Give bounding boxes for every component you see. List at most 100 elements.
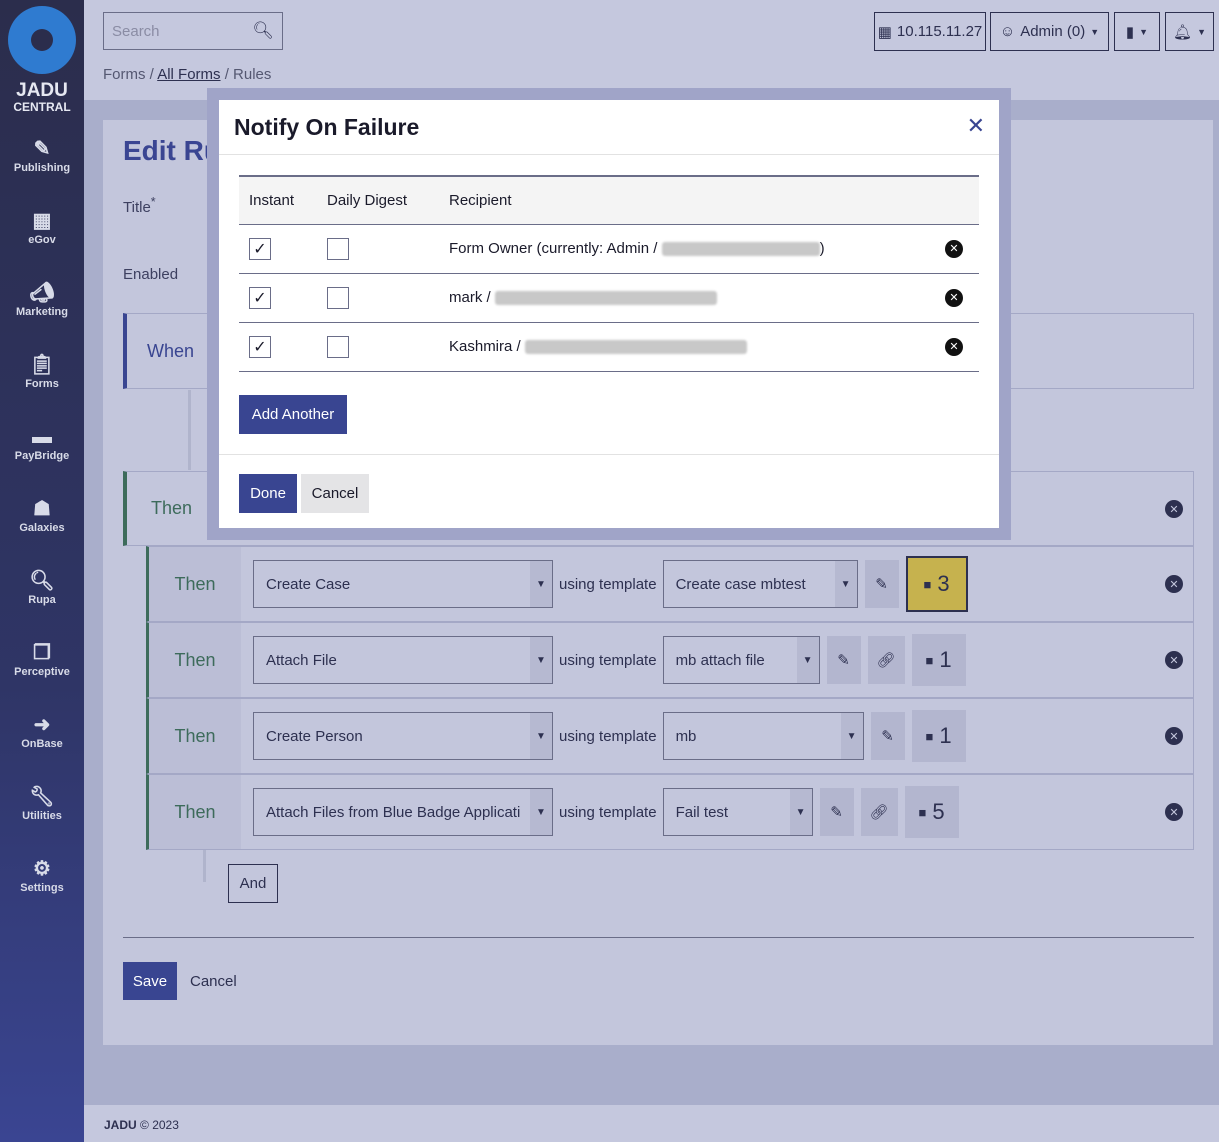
comment-icon: ■	[925, 728, 934, 744]
edit-template-button[interactable]: ✎	[864, 560, 899, 608]
then-action-row: Then Create Case ▼ using template Create …	[146, 546, 1194, 622]
comment-count: 1	[939, 647, 952, 672]
notifications-button[interactable]: 🔔︎ ▼	[1165, 12, 1214, 51]
sidebar-item-forms[interactable]: 📋︎ Forms	[0, 352, 84, 390]
search-icon[interactable]: 🔍︎	[252, 21, 274, 41]
notify-on-failure-button[interactable]: ■ 1	[911, 634, 966, 686]
and-button[interactable]: And	[228, 864, 278, 903]
book-icon: ▮	[1125, 23, 1135, 41]
action-select[interactable]: Create Case ▼	[253, 560, 553, 608]
recipient-suffix: )	[819, 240, 825, 257]
ip-label: 10.115.11.27	[896, 23, 983, 40]
link-button[interactable]: 🔗︎	[867, 636, 905, 684]
sidebar-item-galaxies[interactable]: ☗ Galaxies	[0, 496, 84, 534]
user-menu-button[interactable]: ☺ Admin (0) ▼	[990, 12, 1109, 51]
bell-icon: 🔔︎	[1173, 23, 1193, 41]
notify-on-failure-button[interactable]: ■ 5	[904, 786, 959, 838]
comment-count: 1	[939, 723, 952, 748]
jadu-logo[interactable]	[8, 6, 76, 74]
action-select[interactable]: Attach File ▼	[253, 636, 553, 684]
user-label: Admin (0)	[1020, 23, 1086, 40]
done-button[interactable]: Done	[239, 474, 297, 513]
instant-checkbox[interactable]: ✓	[249, 335, 271, 358]
using-template-label: using template	[559, 803, 657, 821]
recipients-table: Instant Daily Digest Recipient ✓ Form Ow…	[239, 175, 979, 372]
daily-digest-checkbox[interactable]	[327, 335, 349, 358]
gear-icon: ⚙	[33, 858, 51, 880]
sidebar-item-utilities[interactable]: 🔧︎ Utilities	[0, 784, 84, 822]
comment-icon: ■	[923, 576, 932, 592]
search-input[interactable]: Search 🔍︎	[103, 12, 283, 50]
recipient-name: mark /	[449, 289, 491, 306]
cancel-link[interactable]: Cancel	[190, 962, 237, 1000]
divider	[219, 154, 999, 155]
modal-cancel-button[interactable]: Cancel	[301, 474, 369, 513]
notify-on-failure-button[interactable]: ■ 1	[911, 710, 966, 762]
add-another-button[interactable]: Add Another	[239, 395, 347, 434]
credit-card-icon: ▬	[32, 426, 52, 448]
recipient-name: Kashmira /	[449, 338, 521, 355]
caret-down-icon: ▼	[530, 637, 552, 683]
template-value: mb	[675, 727, 697, 745]
breadcrumb-forms[interactable]: Forms	[103, 66, 146, 83]
sidebar-item-perceptive[interactable]: ❐ Perceptive	[0, 640, 84, 678]
sidebar-item-label: Publishing	[13, 162, 71, 174]
caret-down-icon: ▼	[1197, 26, 1206, 37]
sidebar-item-label: Perceptive	[14, 666, 70, 678]
clipboard-icon: 📋︎	[29, 354, 55, 376]
save-button[interactable]: Save	[123, 962, 177, 1000]
action-select[interactable]: Attach Files from Blue Badge Applicati ▼	[253, 788, 553, 836]
sidebar-item-paybridge[interactable]: ▬ PayBridge	[0, 424, 84, 462]
breadcrumb-all-forms[interactable]: All Forms	[157, 66, 220, 83]
edit-template-button[interactable]: ✎	[870, 712, 905, 760]
sidebar-item-publishing[interactable]: ✎ Publishing	[0, 136, 84, 174]
instant-checkbox[interactable]: ✓	[249, 286, 271, 309]
edit-template-button[interactable]: ✎	[819, 788, 854, 836]
remove-icon[interactable]: ✕	[1165, 651, 1183, 669]
sidebar-item-egov[interactable]: ▦ eGov	[0, 208, 84, 246]
divider	[123, 937, 1194, 938]
remove-recipient-icon[interactable]: ✕	[945, 239, 963, 258]
pencil-icon: ✎	[33, 138, 51, 160]
title-label: Title*	[123, 195, 156, 216]
edit-template-button[interactable]: ✎	[826, 636, 861, 684]
sidebar-item-onbase[interactable]: ➜ OnBase	[0, 712, 84, 750]
sidebar-item-label: Forms	[25, 378, 59, 390]
action-value: Attach File	[266, 651, 337, 669]
footer: JADU © 2023	[84, 1105, 1219, 1142]
sidebar-item-rupa[interactable]: 🔍︎ Rupa	[0, 568, 84, 606]
link-button[interactable]: 🔗︎	[860, 788, 898, 836]
connector-line	[203, 850, 206, 882]
close-icon[interactable]: ✕	[967, 113, 985, 139]
remove-icon[interactable]: ✕	[1165, 500, 1183, 518]
search-icon: 🔍︎	[29, 570, 55, 592]
sidebar-item-settings[interactable]: ⚙ Settings	[0, 856, 84, 894]
daily-digest-checkbox[interactable]	[327, 286, 349, 309]
action-select[interactable]: Create Person ▼	[253, 712, 553, 760]
remove-icon[interactable]: ✕	[1165, 575, 1183, 593]
when-label: When	[147, 341, 195, 361]
notify-on-failure-button[interactable]: ■ 3	[905, 556, 968, 612]
template-select[interactable]: mb attach file ▼	[662, 636, 820, 684]
remove-icon[interactable]: ✕	[1165, 727, 1183, 745]
remove-recipient-icon[interactable]: ✕	[945, 337, 963, 356]
caret-down-icon: ▼	[840, 713, 863, 759]
remove-icon[interactable]: ✕	[1165, 803, 1183, 821]
comment-icon: ■	[918, 804, 927, 820]
docs-menu-button[interactable]: ▮ ▼	[1114, 12, 1160, 51]
template-select[interactable]: Fail test ▼	[662, 788, 813, 836]
daily-digest-checkbox[interactable]	[327, 237, 349, 260]
instant-checkbox[interactable]: ✓	[249, 237, 271, 260]
template-select[interactable]: Create case mbtest ▼	[662, 560, 858, 608]
building-icon: ▦	[877, 23, 892, 41]
pencil-icon: ✎	[875, 576, 888, 593]
recipient-row: ✓ mark / ✕	[239, 273, 979, 323]
template-select[interactable]: mb ▼	[662, 712, 864, 760]
sidebar-item-marketing[interactable]: 📣︎ Marketing	[0, 280, 84, 318]
action-value: Attach Files from Blue Badge Applicati	[266, 803, 521, 821]
caret-down-icon: ▼	[789, 789, 812, 835]
site-button[interactable]: ▦ 10.115.11.27	[874, 12, 986, 51]
sidebar-item-label: Marketing	[16, 306, 68, 318]
remove-recipient-icon[interactable]: ✕	[945, 288, 963, 307]
action-value: Create Person	[266, 727, 363, 745]
